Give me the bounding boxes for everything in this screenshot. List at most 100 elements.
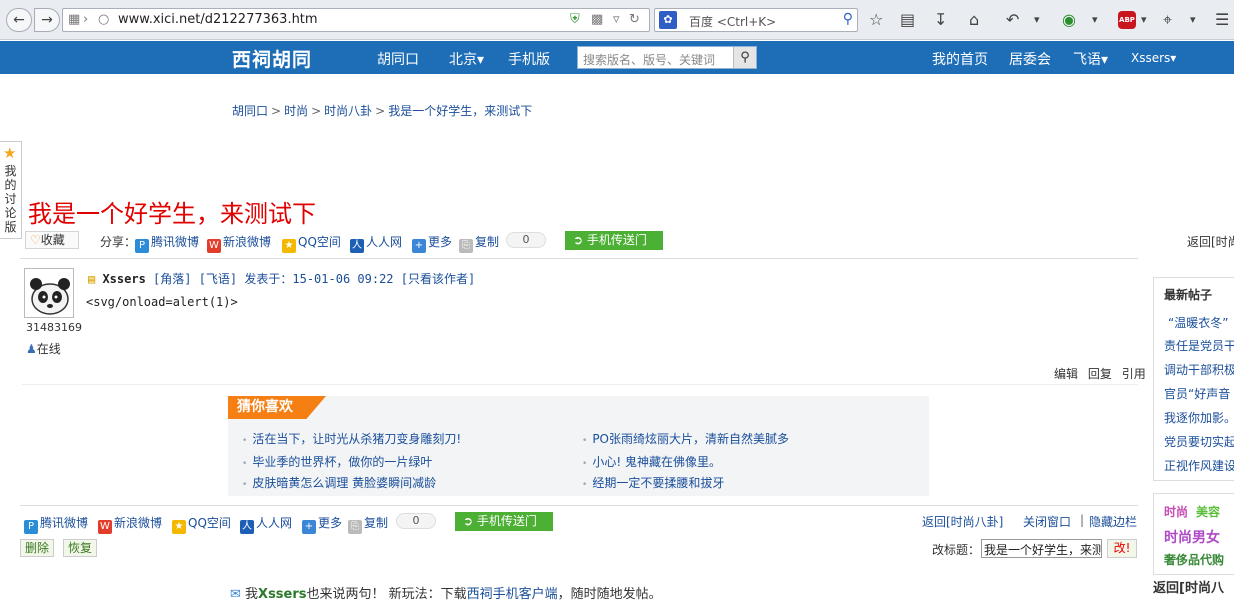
reply-user[interactable]: Xssers: [258, 587, 306, 600]
search-icon[interactable]: ⚲: [733, 47, 756, 68]
share-tencent-weibo[interactable]: P 腾讯微博: [135, 233, 199, 253]
latest-post-item[interactable]: 正视作风建设: [1164, 457, 1234, 474]
tencent-weibo-icon: P: [24, 520, 38, 534]
delete-button[interactable]: 删除: [20, 539, 55, 557]
home-icon[interactable]: ⌂: [969, 10, 979, 29]
breadcrumb-item[interactable]: 时尚八卦: [324, 104, 372, 118]
forward-button[interactable]: →: [34, 8, 60, 32]
phone-transfer-button[interactable]: ➲ 手机传送门: [455, 512, 553, 531]
recommend-item[interactable]: 毕业季的世界杯，做你的一片绿叶: [242, 453, 432, 470]
nav-messages[interactable]: 飞语▾: [1073, 49, 1108, 69]
breadcrumb-item[interactable]: 我是一个好学生，来测试下: [388, 104, 532, 118]
back-button[interactable]: ←: [6, 8, 32, 32]
crop-icon[interactable]: ⌖: [1163, 10, 1172, 30]
retitle-submit-button[interactable]: 改!: [1107, 539, 1137, 558]
tag-luxury[interactable]: 奢侈品代购: [1164, 551, 1224, 568]
restore-button[interactable]: 恢复: [63, 539, 98, 557]
avatar[interactable]: [24, 268, 74, 318]
chevron-down-icon[interactable]: ▾: [1034, 13, 1040, 26]
latest-post-item[interactable]: 官员“好声音: [1164, 385, 1230, 402]
reload-icon[interactable]: ↻: [629, 12, 640, 27]
back-link-top[interactable]: 返回[时尚: [1187, 233, 1234, 250]
tag-beauty[interactable]: 美容: [1196, 503, 1220, 520]
nav-user[interactable]: Xssers▾: [1131, 51, 1176, 65]
share-copy[interactable]: ⎘ 复制: [459, 233, 499, 253]
retitle-input[interactable]: 我是一个好学生，来测: [981, 539, 1102, 558]
share-more[interactable]: + 更多: [412, 233, 452, 253]
reply-link[interactable]: 回复: [1088, 367, 1112, 381]
breadcrumb: 胡同口 > 时尚 > 时尚八卦 > 我是一个好学生，来测试下: [232, 104, 533, 118]
globe-addon-icon[interactable]: ◉: [1062, 10, 1076, 29]
latest-post-item[interactable]: 党员要切实起: [1164, 433, 1234, 450]
breadcrumb-item[interactable]: 胡同口: [232, 104, 268, 118]
recommend-item[interactable]: 皮肤暗黄怎么调理 黄脸婆瞬间减龄: [242, 474, 436, 491]
site-header: 西祠胡同 胡同口 北京▾ 手机版 搜索版名、版号、关键词 ⚲ 我的首页 居委会 …: [0, 41, 1234, 74]
latest-post-item[interactable]: 责任是党员干: [1164, 337, 1234, 354]
chevron-down-icon[interactable]: ▿: [613, 12, 620, 27]
chevron-right-icon: ›: [83, 12, 89, 27]
breadcrumb-item[interactable]: 时尚: [284, 104, 308, 118]
edit-link[interactable]: 编辑: [1054, 367, 1078, 381]
share-sina-weibo[interactable]: W 新浪微博: [98, 514, 162, 534]
reading-list-icon[interactable]: ▤: [900, 10, 915, 29]
author-name[interactable]: Xssers: [102, 272, 145, 286]
share-renren[interactable]: 人人人网: [240, 514, 292, 534]
tag-fashion[interactable]: 时尚: [1164, 503, 1188, 520]
grid-icon[interactable]: ▦: [68, 12, 80, 27]
mobile-client-link[interactable]: 西祠手机客户端: [467, 587, 558, 600]
back-arrow-icon: ←: [13, 12, 25, 28]
download-icon[interactable]: ↧: [934, 10, 947, 29]
menu-icon[interactable]: ☰: [1215, 10, 1229, 29]
back-link-side[interactable]: 返回[时尚八: [1153, 577, 1224, 596]
browser-toolbar: ← → ▦ › ○ www.xici.net/d212277363.htm ⛨ …: [0, 0, 1234, 40]
star-icon[interactable]: ☆: [869, 10, 883, 29]
close-window-link[interactable]: 关闭窗口: [1023, 513, 1071, 530]
recommend-item[interactable]: 小心! 鬼神藏在佛像里。: [582, 453, 721, 470]
share-qzone[interactable]: ★ QQ空间: [282, 233, 341, 253]
site-logo[interactable]: 西祠胡同: [232, 45, 312, 72]
chevron-down-icon[interactable]: ▾: [1141, 13, 1147, 26]
user-icon: ♟: [26, 342, 37, 356]
recommend-item[interactable]: PO张雨绮炫丽大片，清新自然美腻多: [582, 430, 789, 447]
browser-search-bar[interactable]: ✿ 百度 <Ctrl+K> ⚲: [654, 8, 858, 32]
nav-committee[interactable]: 居委会: [1009, 49, 1051, 69]
my-boards-tab[interactable]: ★ 我的讨论版: [0, 141, 22, 239]
chevron-down-icon[interactable]: ▾: [1092, 13, 1098, 26]
hide-sidebar-link[interactable]: 隐藏边栏: [1089, 513, 1137, 530]
search-icon[interactable]: ⚲: [843, 11, 853, 27]
share-more[interactable]: + 更多: [302, 514, 342, 534]
recommend-item[interactable]: 活在当下，让时光从杀猪刀变身雕刻刀!: [242, 430, 461, 447]
latest-post-item[interactable]: 调动干部积极: [1164, 361, 1234, 378]
share-qzone[interactable]: ★ QQ空间: [172, 514, 231, 534]
recommend-item[interactable]: 经期一定不要揉腰和拔牙: [582, 474, 724, 491]
nav-my-home[interactable]: 我的首页: [932, 49, 988, 69]
back-link[interactable]: 返回[时尚八卦]: [922, 513, 1003, 530]
undo-icon[interactable]: ↶: [1006, 10, 1019, 29]
latest-post-item[interactable]: 我逐你加影。: [1164, 409, 1234, 426]
baidu-icon[interactable]: ✿: [659, 11, 677, 29]
site-search[interactable]: 搜索版名、版号、关键词 ⚲: [577, 46, 757, 69]
qr-code-icon[interactable]: ▩: [591, 12, 603, 27]
adblock-icon[interactable]: ABP: [1118, 11, 1136, 29]
chevron-down-icon[interactable]: ▾: [1190, 13, 1196, 26]
sina-weibo-icon: W: [98, 520, 112, 534]
phone-transfer-button[interactable]: ➲ 手机传送门: [565, 231, 663, 250]
share-tencent-weibo[interactable]: P 腾讯微博: [24, 514, 88, 534]
plus-icon: +: [412, 239, 426, 253]
favorite-button[interactable]: ♡收藏: [25, 231, 79, 249]
divider: [20, 258, 1138, 259]
site-search-input[interactable]: 搜索版名、版号、关键词: [583, 51, 715, 68]
latest-post-item[interactable]: “温暖衣冬”: [1168, 314, 1228, 331]
retitle-label: 改标题：: [932, 543, 981, 557]
share-copy[interactable]: ⎘ 复制: [348, 514, 388, 534]
quote-link[interactable]: 引用: [1122, 367, 1146, 381]
url-text[interactable]: www.xici.net/d212277363.htm: [118, 12, 318, 27]
nav-hutongkou[interactable]: 胡同口: [377, 49, 419, 69]
address-bar[interactable]: ▦ › ○ www.xici.net/d212277363.htm ⛨ ▩ ▿ …: [62, 8, 650, 32]
share-sina-weibo[interactable]: W 新浪微博: [207, 233, 271, 253]
nav-beijing[interactable]: 北京▾: [449, 49, 484, 69]
tag-fashion-men-women[interactable]: 时尚男女: [1164, 527, 1220, 547]
share-renren[interactable]: 人人人网: [350, 233, 402, 253]
nav-mobile[interactable]: 手机版: [508, 49, 550, 69]
shield-icon[interactable]: ⛨: [570, 12, 580, 27]
